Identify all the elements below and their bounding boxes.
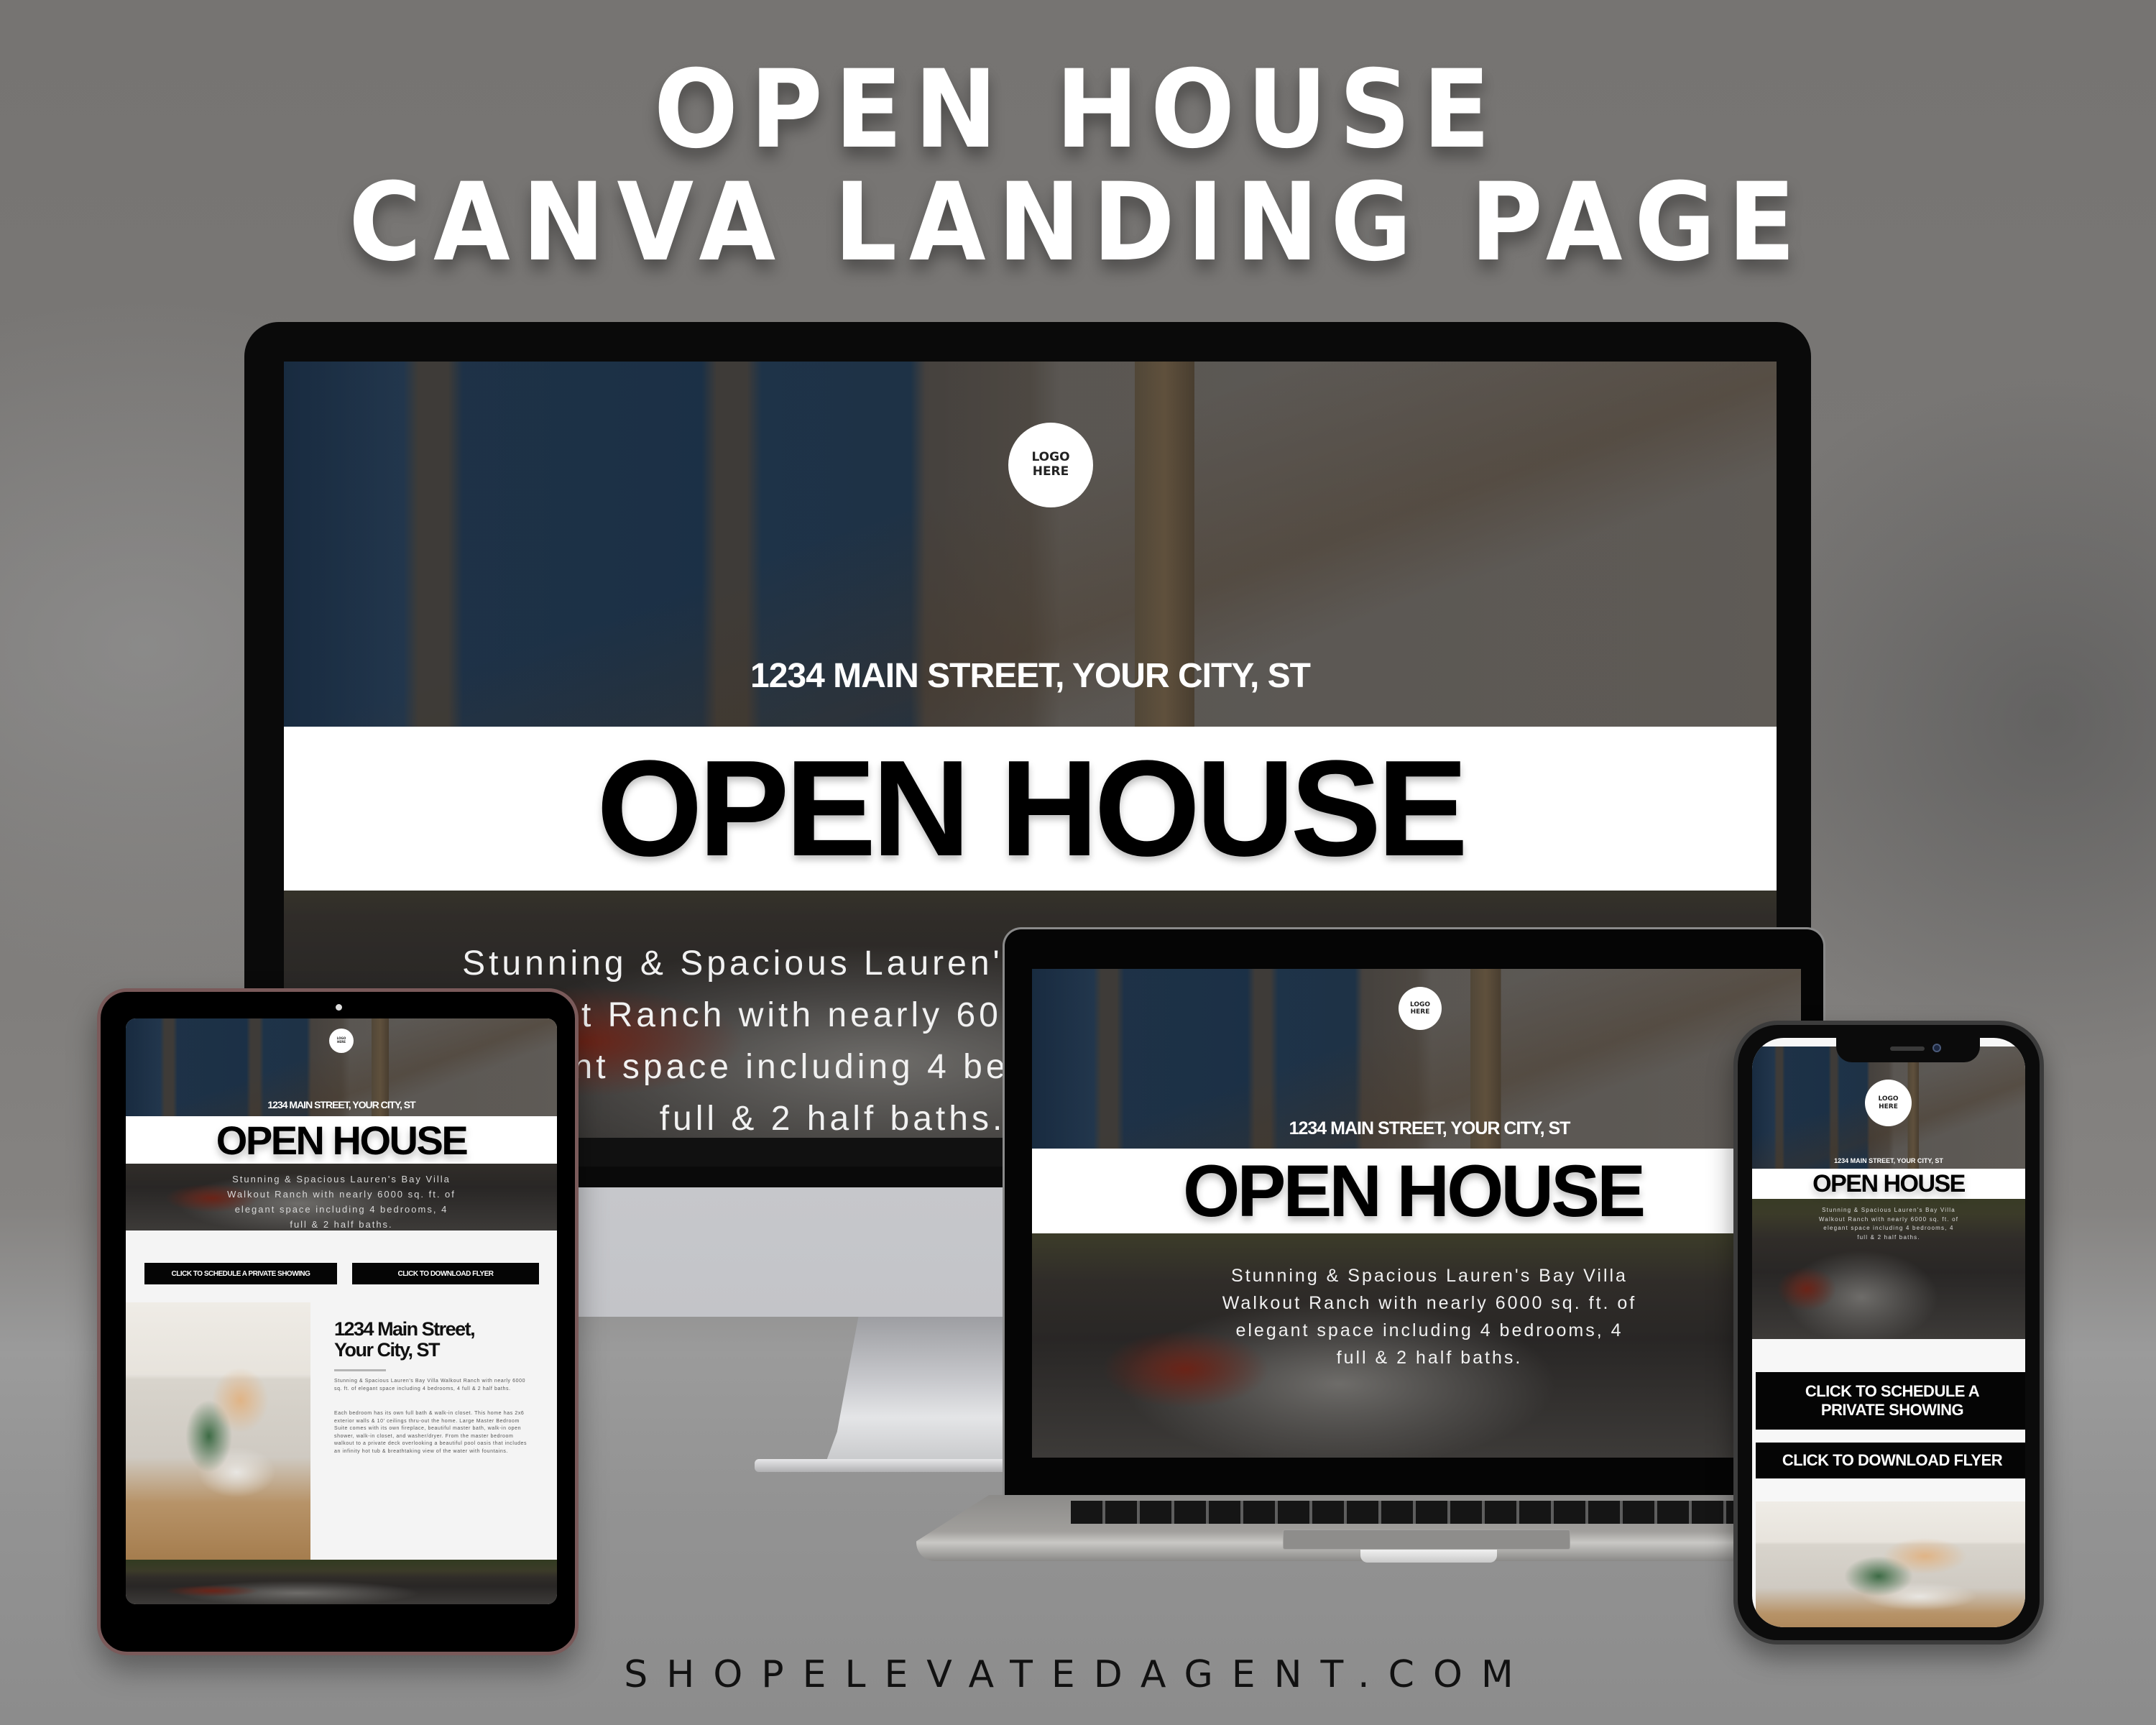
address-heading: 1234 MAIN STREET, YOUR CITY, ST [267, 1099, 415, 1110]
logo-text-line2: HERE [1410, 1008, 1430, 1016]
phone-notch [1836, 1038, 1980, 1062]
open-house-banner: OPEN HOUSE [1752, 1169, 2025, 1199]
download-flyer-button[interactable]: CLICK TO DOWNLOAD FLYER [352, 1263, 539, 1284]
logo-text-line2: HERE [337, 1040, 346, 1044]
detail-address-line1: 1234 Main Street, [334, 1318, 476, 1340]
footer-website-url[interactable]: SHOPELEVATEDAGENT.COM [0, 1653, 2156, 1696]
logo-text-line2: HERE [1032, 464, 1069, 479]
address-heading: 1234 MAIN STREET, YOUR CITY, ST [1289, 1118, 1571, 1138]
detail-paragraph-2: Each bedroom has its own full bath & wal… [334, 1411, 528, 1454]
description-line: Stunning & Spacious Lauren's Bay Villa [1822, 1207, 1955, 1213]
schedule-button-line1: CLICK TO SCHEDULE A [1805, 1382, 1980, 1400]
description-line: Walkout Ranch with nearly 6000 sq. ft. o… [1818, 1215, 1959, 1223]
speaker-icon [1890, 1046, 1925, 1051]
laptop-trackpad [1283, 1530, 1570, 1550]
logo-text-line1: LOGO [1409, 1000, 1431, 1008]
logo-text-line1: LOGO [1878, 1095, 1899, 1103]
detail-divider [334, 1369, 386, 1371]
logo-text-line2: HERE [1879, 1103, 1898, 1110]
logo-placeholder[interactable]: LOGO HERE [1399, 987, 1442, 1030]
phone-screen: LOGO HERE 1234 MAIN STREET, YOUR CITY, ST… [1752, 1038, 2025, 1627]
description-line: elegant space including 4 bedrooms, 4 [1823, 1225, 1954, 1231]
front-camera-icon [1932, 1044, 1941, 1052]
open-house-banner: OPEN HOUSE [126, 1116, 557, 1164]
download-flyer-button[interactable]: CLICK TO DOWNLOAD FLYER [1756, 1443, 2025, 1478]
detail-address-line2: Your City, ST [334, 1339, 441, 1361]
open-house-title: OPEN HOUSE [1183, 1149, 1646, 1232]
detail-address-heading: 1234 Main Street, Your City, ST [334, 1318, 476, 1361]
tablet-screen: LOGO HERE 1234 MAIN STREET, YOUR CITY, ST… [126, 1018, 557, 1604]
schedule-showing-button[interactable]: CLICK TO SCHEDULE A PRIVATE SHOWING [144, 1263, 337, 1284]
dining-room-photo [1756, 1501, 2025, 1627]
property-description: Stunning & Spacious Lauren's Bay Villa W… [1752, 1206, 2025, 1242]
laptop: LOGO HERE 1234 MAIN STREET, YOUR CITY, ST… [1003, 927, 1825, 1495]
address-heading: 1234 MAIN STREET, YOUR CITY, ST [1834, 1157, 1943, 1164]
next-section-photo [126, 1560, 557, 1604]
dining-room-photo [126, 1302, 310, 1560]
laptop-keyboard [1071, 1501, 1825, 1524]
open-house-banner: OPEN HOUSE [284, 727, 1777, 891]
description-line: Walkout Ranch with nearly 6000 sq. ft. o… [227, 1189, 456, 1200]
open-house-title: OPEN HOUSE [216, 1117, 469, 1163]
logo-text-line1: LOGO [1031, 450, 1070, 465]
property-description: Stunning & Spacious Lauren's Bay Villa W… [1045, 1262, 1801, 1371]
logo-placeholder[interactable]: LOGO HERE [1865, 1080, 1912, 1126]
laptop-screen: LOGO HERE 1234 MAIN STREET, YOUR CITY, ST… [1032, 969, 1801, 1458]
promo-headline-line2: CANVA LANDING PAGE [349, 160, 1807, 285]
logo-placeholder[interactable]: LOGO HERE [329, 1029, 354, 1053]
tablet: LOGO HERE 1234 MAIN STREET, YOUR CITY, ST… [97, 988, 579, 1655]
property-description: Stunning & Spacious Lauren's Bay Villa W… [126, 1172, 557, 1232]
logo-placeholder[interactable]: LOGO HERE [1008, 423, 1093, 507]
description-line: Stunning & Spacious Lauren's Bay Villa [232, 1174, 451, 1184]
phone: LOGO HERE 1234 MAIN STREET, YOUR CITY, ST… [1733, 1021, 2044, 1644]
description-line: full & 2 half baths. [1336, 1348, 1523, 1368]
open-house-title: OPEN HOUSE [596, 732, 1468, 885]
schedule-showing-button[interactable]: CLICK TO SCHEDULE A PRIVATE SHOWING [1756, 1372, 2025, 1430]
open-house-title: OPEN HOUSE [1812, 1169, 1966, 1197]
description-line: full & 2 half baths. [1857, 1233, 1920, 1241]
description-line: Stunning & Spacious Lauren's Bay Villa [1231, 1266, 1628, 1286]
schedule-button-line2: PRIVATE SHOWING [1820, 1401, 1964, 1419]
tablet-camera-icon [336, 1004, 342, 1011]
description-line: elegant space including 4 bedrooms, 4 [1235, 1320, 1623, 1340]
description-line: Walkout Ranch with nearly 6000 sq. ft. o… [1222, 1293, 1637, 1313]
description-line: full & 2 half baths. [290, 1219, 393, 1230]
detail-paragraph-1: Stunning & Spacious Lauren's Bay Villa W… [334, 1379, 526, 1392]
promo-headline-line1: OPEN HOUSE [653, 47, 1503, 172]
description-line: elegant space including 4 bedrooms, 4 [234, 1204, 448, 1215]
address-heading: 1234 MAIN STREET, YOUR CITY, ST [750, 657, 1311, 695]
laptop-open-notch [1360, 1550, 1497, 1563]
open-house-banner: OPEN HOUSE [1032, 1149, 1801, 1233]
